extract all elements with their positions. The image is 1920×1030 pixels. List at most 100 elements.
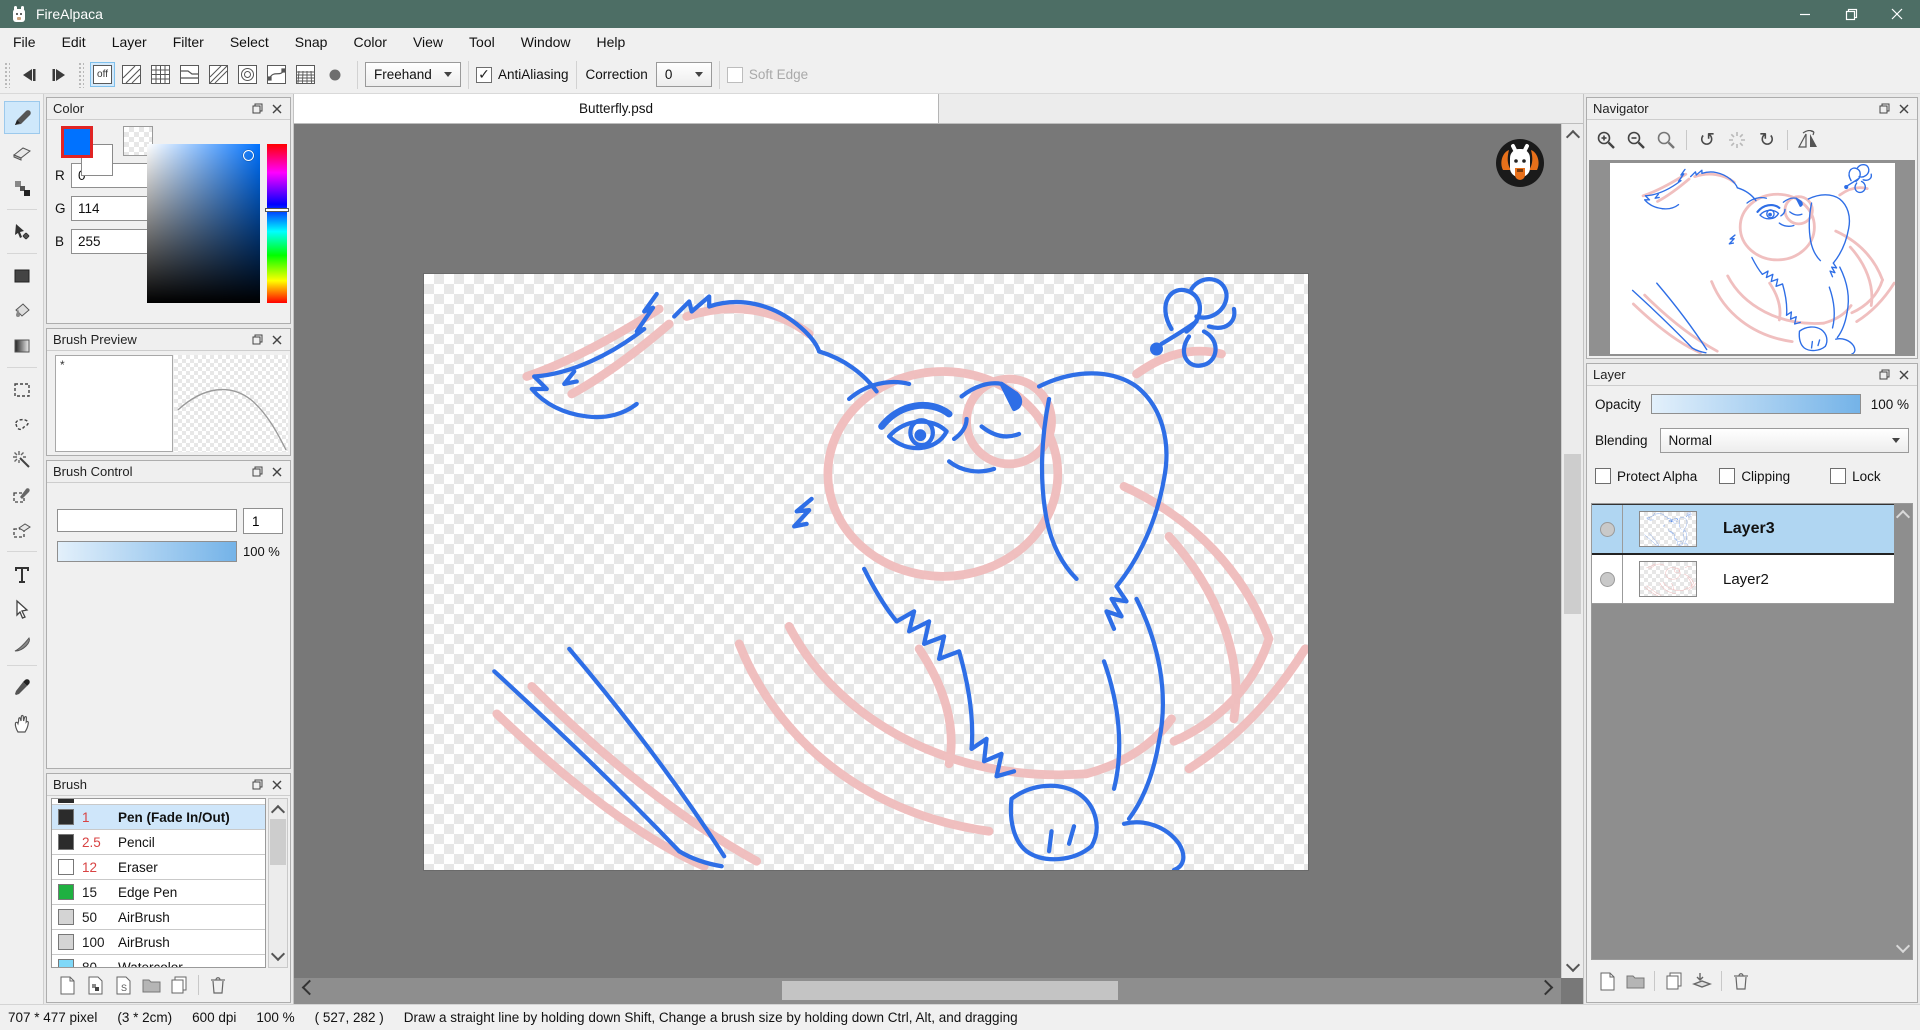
float-panel-icon[interactable] <box>1877 102 1891 116</box>
protect-alpha-checkbox[interactable] <box>1595 468 1611 484</box>
snap-curve-button[interactable] <box>264 62 289 87</box>
soft-edge-checkbox[interactable] <box>727 67 743 83</box>
magic-wand-tool-button[interactable] <box>4 443 40 476</box>
snap-off-button[interactable]: off <box>90 62 115 87</box>
brush-item[interactable]: 50 AirBrush <box>52 905 265 930</box>
add-brush-button[interactable] <box>53 973 81 997</box>
dot-tool-button[interactable] <box>4 171 40 204</box>
brush-item[interactable]: 2.5 Pencil <box>52 830 265 855</box>
duplicate-layer-button[interactable] <box>1660 969 1688 993</box>
snap-vanishing-button[interactable] <box>206 62 231 87</box>
layer-folder-button[interactable] <box>1621 969 1649 993</box>
close-panel-icon[interactable] <box>270 333 284 347</box>
layer-list-scrollbar[interactable] <box>1894 504 1912 959</box>
duplicate-brush-button[interactable] <box>165 973 193 997</box>
navigator-thumbnail[interactable] <box>1610 163 1895 354</box>
rotate-ccw-button[interactable]: ↺ <box>1692 126 1722 154</box>
menu-layer[interactable]: Layer <box>99 28 160 56</box>
foreground-color-swatch[interactable] <box>61 126 93 158</box>
layer-visibility-cell[interactable] <box>1592 555 1623 603</box>
move-tool-button[interactable] <box>4 215 40 248</box>
brush-item[interactable]: 100 AirBrush <box>52 930 265 955</box>
layer-item[interactable]: Layer3 <box>1592 504 1912 555</box>
canvas-document[interactable] <box>424 274 1308 870</box>
antialiasing-checkbox[interactable]: ✓ <box>476 67 492 83</box>
rotate-cw-button[interactable]: ↻ <box>1752 126 1782 154</box>
saturation-value-picker[interactable] <box>147 144 260 303</box>
brush-folder-button[interactable] <box>137 973 165 997</box>
merge-down-button[interactable] <box>1688 969 1716 993</box>
snap-dot-button[interactable] <box>320 61 350 89</box>
close-panel-icon[interactable] <box>270 102 284 116</box>
snap-perspective-button[interactable] <box>293 62 318 87</box>
stroke-mode-dropdown[interactable]: Freehand <box>365 62 461 87</box>
menu-color[interactable]: Color <box>340 28 399 56</box>
float-panel-icon[interactable] <box>250 333 264 347</box>
brush-size-slider[interactable] <box>57 509 237 532</box>
zoom-reset-button[interactable] <box>1651 126 1681 154</box>
close-panel-icon[interactable] <box>270 465 284 479</box>
visibility-dot-icon[interactable] <box>1600 522 1615 537</box>
hand-tool-button[interactable] <box>4 706 40 739</box>
operation-tool-button[interactable] <box>4 592 40 625</box>
menu-filter[interactable]: Filter <box>160 28 217 56</box>
toolbar-grip[interactable] <box>78 62 84 88</box>
menu-snap[interactable]: Snap <box>282 28 341 56</box>
snap-horizontal-button[interactable] <box>177 62 202 87</box>
green-input[interactable]: 114 <box>71 196 157 221</box>
restore-button[interactable] <box>1828 0 1874 28</box>
scrollbar-handle[interactable] <box>1564 454 1581 614</box>
menu-view[interactable]: View <box>400 28 456 56</box>
close-button[interactable] <box>1874 0 1920 28</box>
bucket-tool-button[interactable] <box>4 294 40 327</box>
canvas-vertical-scrollbar[interactable] <box>1561 124 1583 978</box>
snap-radial-button[interactable] <box>235 62 260 87</box>
blue-input[interactable]: 255 <box>71 229 157 254</box>
blending-dropdown[interactable]: Normal <box>1660 428 1909 453</box>
gradient-tool-button[interactable] <box>4 329 40 362</box>
layer-item[interactable]: Layer2 <box>1592 555 1912 604</box>
navigator-view[interactable] <box>1589 160 1915 356</box>
flip-horizontal-button[interactable] <box>1793 126 1823 154</box>
brush-item[interactable]: 15 Edge Pen <box>52 880 265 905</box>
next-button[interactable] <box>44 61 74 89</box>
visibility-dot-icon[interactable] <box>1600 572 1615 587</box>
close-panel-icon[interactable] <box>1897 102 1911 116</box>
document-tab[interactable]: Butterfly.psd <box>294 94 939 123</box>
menu-tool[interactable]: Tool <box>456 28 508 56</box>
scroll-right-icon[interactable] <box>1538 980 1554 996</box>
layer-opacity-slider[interactable] <box>1651 394 1861 414</box>
delete-brush-button[interactable] <box>204 973 232 997</box>
close-panel-icon[interactable] <box>270 778 284 792</box>
clipping-checkbox[interactable] <box>1719 468 1735 484</box>
menu-select[interactable]: Select <box>217 28 282 56</box>
divide-tool-button[interactable] <box>4 627 40 660</box>
canvas-background[interactable] <box>294 124 1583 1004</box>
menu-file[interactable]: File <box>0 28 49 56</box>
eyedropper-tool-button[interactable] <box>4 671 40 704</box>
brush-opacity-slider[interactable] <box>57 541 237 562</box>
menu-window[interactable]: Window <box>508 28 584 56</box>
delete-layer-button[interactable] <box>1727 969 1755 993</box>
select-eraser-tool-button[interactable] <box>4 513 40 546</box>
fill-tool-button[interactable] <box>4 259 40 292</box>
scroll-down-icon[interactable] <box>1896 939 1910 953</box>
lasso-tool-button[interactable] <box>4 408 40 441</box>
layer-visibility-cell[interactable] <box>1592 505 1623 553</box>
add-script-brush-button[interactable]: S <box>109 973 137 997</box>
menu-edit[interactable]: Edit <box>49 28 99 56</box>
add-bitmap-brush-button[interactable] <box>81 973 109 997</box>
pen-tool-button[interactable] <box>4 101 40 134</box>
scroll-up-icon[interactable] <box>1565 130 1579 144</box>
reset-rotation-icon[interactable] <box>1722 126 1752 154</box>
brush-item[interactable]: 80 Watercolor <box>52 955 265 968</box>
scroll-up-icon[interactable] <box>1896 510 1910 524</box>
float-panel-icon[interactable] <box>250 778 264 792</box>
alpaca-mascot-button[interactable] <box>1493 136 1547 190</box>
hue-slider[interactable] <box>267 144 287 303</box>
select-rect-tool-button[interactable] <box>4 373 40 406</box>
prev-button[interactable] <box>14 61 44 89</box>
scroll-down-icon[interactable] <box>271 947 285 961</box>
float-panel-icon[interactable] <box>1877 368 1891 382</box>
zoom-out-button[interactable] <box>1621 126 1651 154</box>
